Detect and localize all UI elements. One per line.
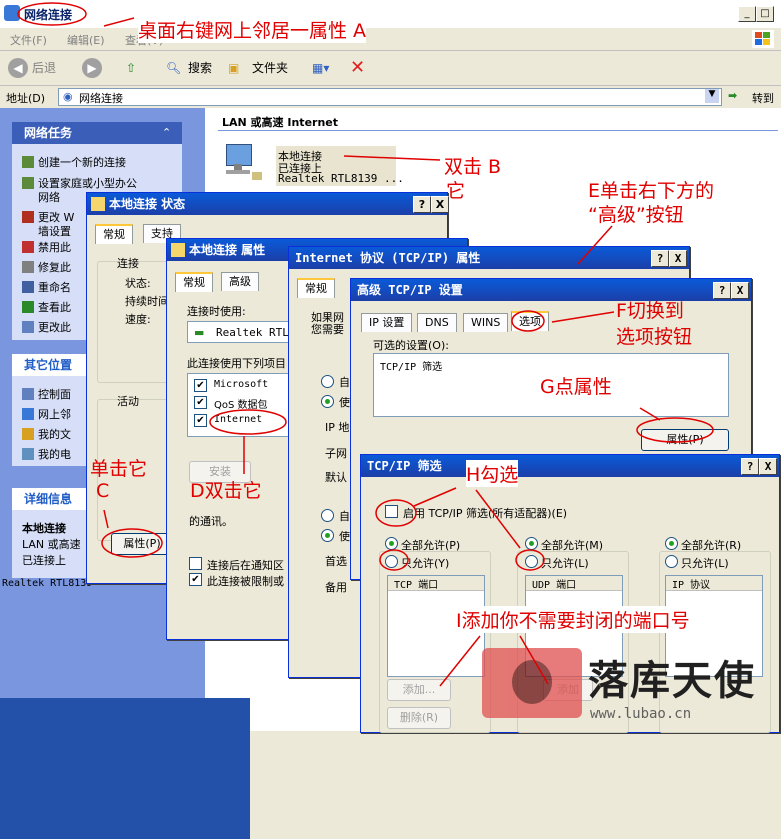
annotation-strokes <box>17 2 714 687</box>
circle-options-tab <box>511 310 545 332</box>
arrow-b <box>343 155 441 161</box>
circle-tcp-only <box>379 549 409 571</box>
arrow-a <box>103 17 135 27</box>
arrow-e <box>577 225 613 265</box>
arrow-i2 <box>519 635 549 685</box>
arrow-h2 <box>475 489 521 549</box>
arrow-g <box>639 407 661 421</box>
arrow-f <box>551 311 615 323</box>
circle-udp-only <box>515 549 545 571</box>
circle-window-title <box>17 2 87 26</box>
arrow-h1 <box>413 487 457 507</box>
circle-internet-item <box>209 409 287 435</box>
arrow-i1 <box>439 635 481 687</box>
arrow-c <box>103 509 109 529</box>
circle-enable-checkbox <box>375 499 417 527</box>
circle-properties-c <box>101 528 163 558</box>
circle-properties-button <box>636 417 714 443</box>
